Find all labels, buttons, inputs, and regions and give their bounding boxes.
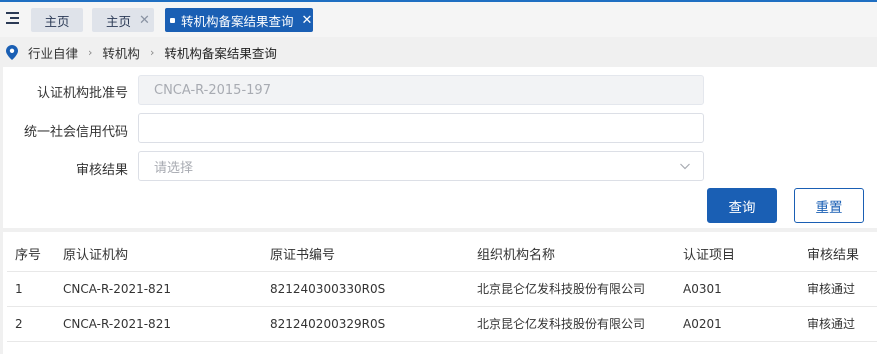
review-result-placeholder: 请选择 [154, 160, 194, 176]
table-header-row: 序号 原认证机构 原证书编号 组织机构名称 认证项目 审核结果 [7, 237, 877, 272]
tab-home-2[interactable]: 主页 ✕ [92, 8, 154, 32]
menu-toggle-icon[interactable] [6, 12, 19, 24]
tab-transfer-result-query-close-icon[interactable]: ✕ [302, 14, 313, 27]
column-header-cert-project: 认证项目 [675, 237, 799, 272]
search-button[interactable]: 查询 [707, 188, 777, 223]
breadcrumb: 行业自律 › 转机构 › 转机构备案结果查询 [0, 37, 877, 67]
review-result-label: 审核结果 [75, 163, 128, 178]
chevron-down-icon [680, 163, 690, 170]
cell-cert-project: A0201 [675, 306, 799, 342]
cell-orig-org: CNCA-R-2021-821 [55, 306, 262, 342]
results-table: 序号 原认证机构 原证书编号 组织机构名称 认证项目 审核结果 1 CNCA-R… [7, 237, 877, 342]
tab-bar: 主页 主页 ✕ 转机构备案结果查询 ✕ [0, 0, 877, 37]
cell-cert-project: A0301 [675, 271, 799, 307]
table-row[interactable]: 2 CNCA-R-2021-821 821240200329R0S 北京昆仑亿发… [7, 306, 877, 342]
breadcrumb-item-industry[interactable]: 行业自律 [28, 43, 78, 62]
tab-home-2-label: 主页 [106, 13, 132, 29]
active-tab-dot-icon [170, 17, 175, 23]
cell-index: 1 [7, 271, 55, 307]
tab-home-label: 主页 [44, 13, 70, 29]
cert-approval-no-label: 认证机构批准号 [36, 86, 128, 101]
cell-review-result: 审核通过 [799, 271, 877, 307]
tab-home-2-close-icon[interactable]: ✕ [139, 14, 150, 27]
column-header-index: 序号 [7, 237, 55, 272]
breadcrumb-item-current: 转机构备案结果查询 [164, 45, 277, 61]
column-header-orig-cert-no: 原证书编号 [262, 237, 469, 272]
results-table-panel: 序号 原认证机构 原证书编号 组织机构名称 认证项目 审核结果 1 CNCA-R… [3, 232, 877, 354]
column-header-org-name: 组织机构名称 [469, 237, 675, 272]
tab-home[interactable]: 主页 [31, 8, 83, 32]
column-header-review-result: 审核结果 [799, 237, 877, 272]
cell-orig-cert-no: 821240200329R0S [262, 306, 469, 342]
search-form: 认证机构批准号 CNCA-R-2015-197 统一社会信用代码 审核结果 请选… [3, 67, 877, 228]
tab-transfer-result-query[interactable]: 转机构备案结果查询 ✕ [165, 8, 313, 32]
credit-code-label: 统一社会信用代码 [23, 125, 128, 140]
cell-index: 2 [7, 306, 55, 342]
breadcrumb-separator-icon: › [149, 45, 155, 59]
cell-review-result: 审核通过 [799, 306, 877, 342]
tab-transfer-result-query-label: 转机构备案结果查询 [181, 13, 294, 29]
breadcrumb-item-transfer[interactable]: 转机构 [102, 43, 140, 62]
cell-orig-cert-no: 821240300330R0S [262, 271, 469, 307]
reset-button[interactable]: 重置 [794, 188, 864, 223]
cert-approval-no-value: CNCA-R-2015-197 [154, 82, 271, 98]
location-pin-icon [6, 44, 18, 60]
cell-org-name: 北京昆仑亿发科技股份有限公司 [469, 306, 675, 342]
column-header-orig-org: 原认证机构 [55, 237, 262, 272]
cell-orig-org: CNCA-R-2021-821 [55, 271, 262, 307]
credit-code-input[interactable] [138, 113, 704, 143]
review-result-select[interactable]: 请选择 [138, 151, 704, 181]
breadcrumb-separator-icon: › [88, 45, 93, 59]
table-row[interactable]: 1 CNCA-R-2021-821 821240300330R0S 北京昆仑亿发… [7, 271, 877, 307]
cert-approval-no-input[interactable]: CNCA-R-2015-197 [138, 75, 704, 105]
cell-org-name: 北京昆仑亿发科技股份有限公司 [469, 271, 675, 307]
